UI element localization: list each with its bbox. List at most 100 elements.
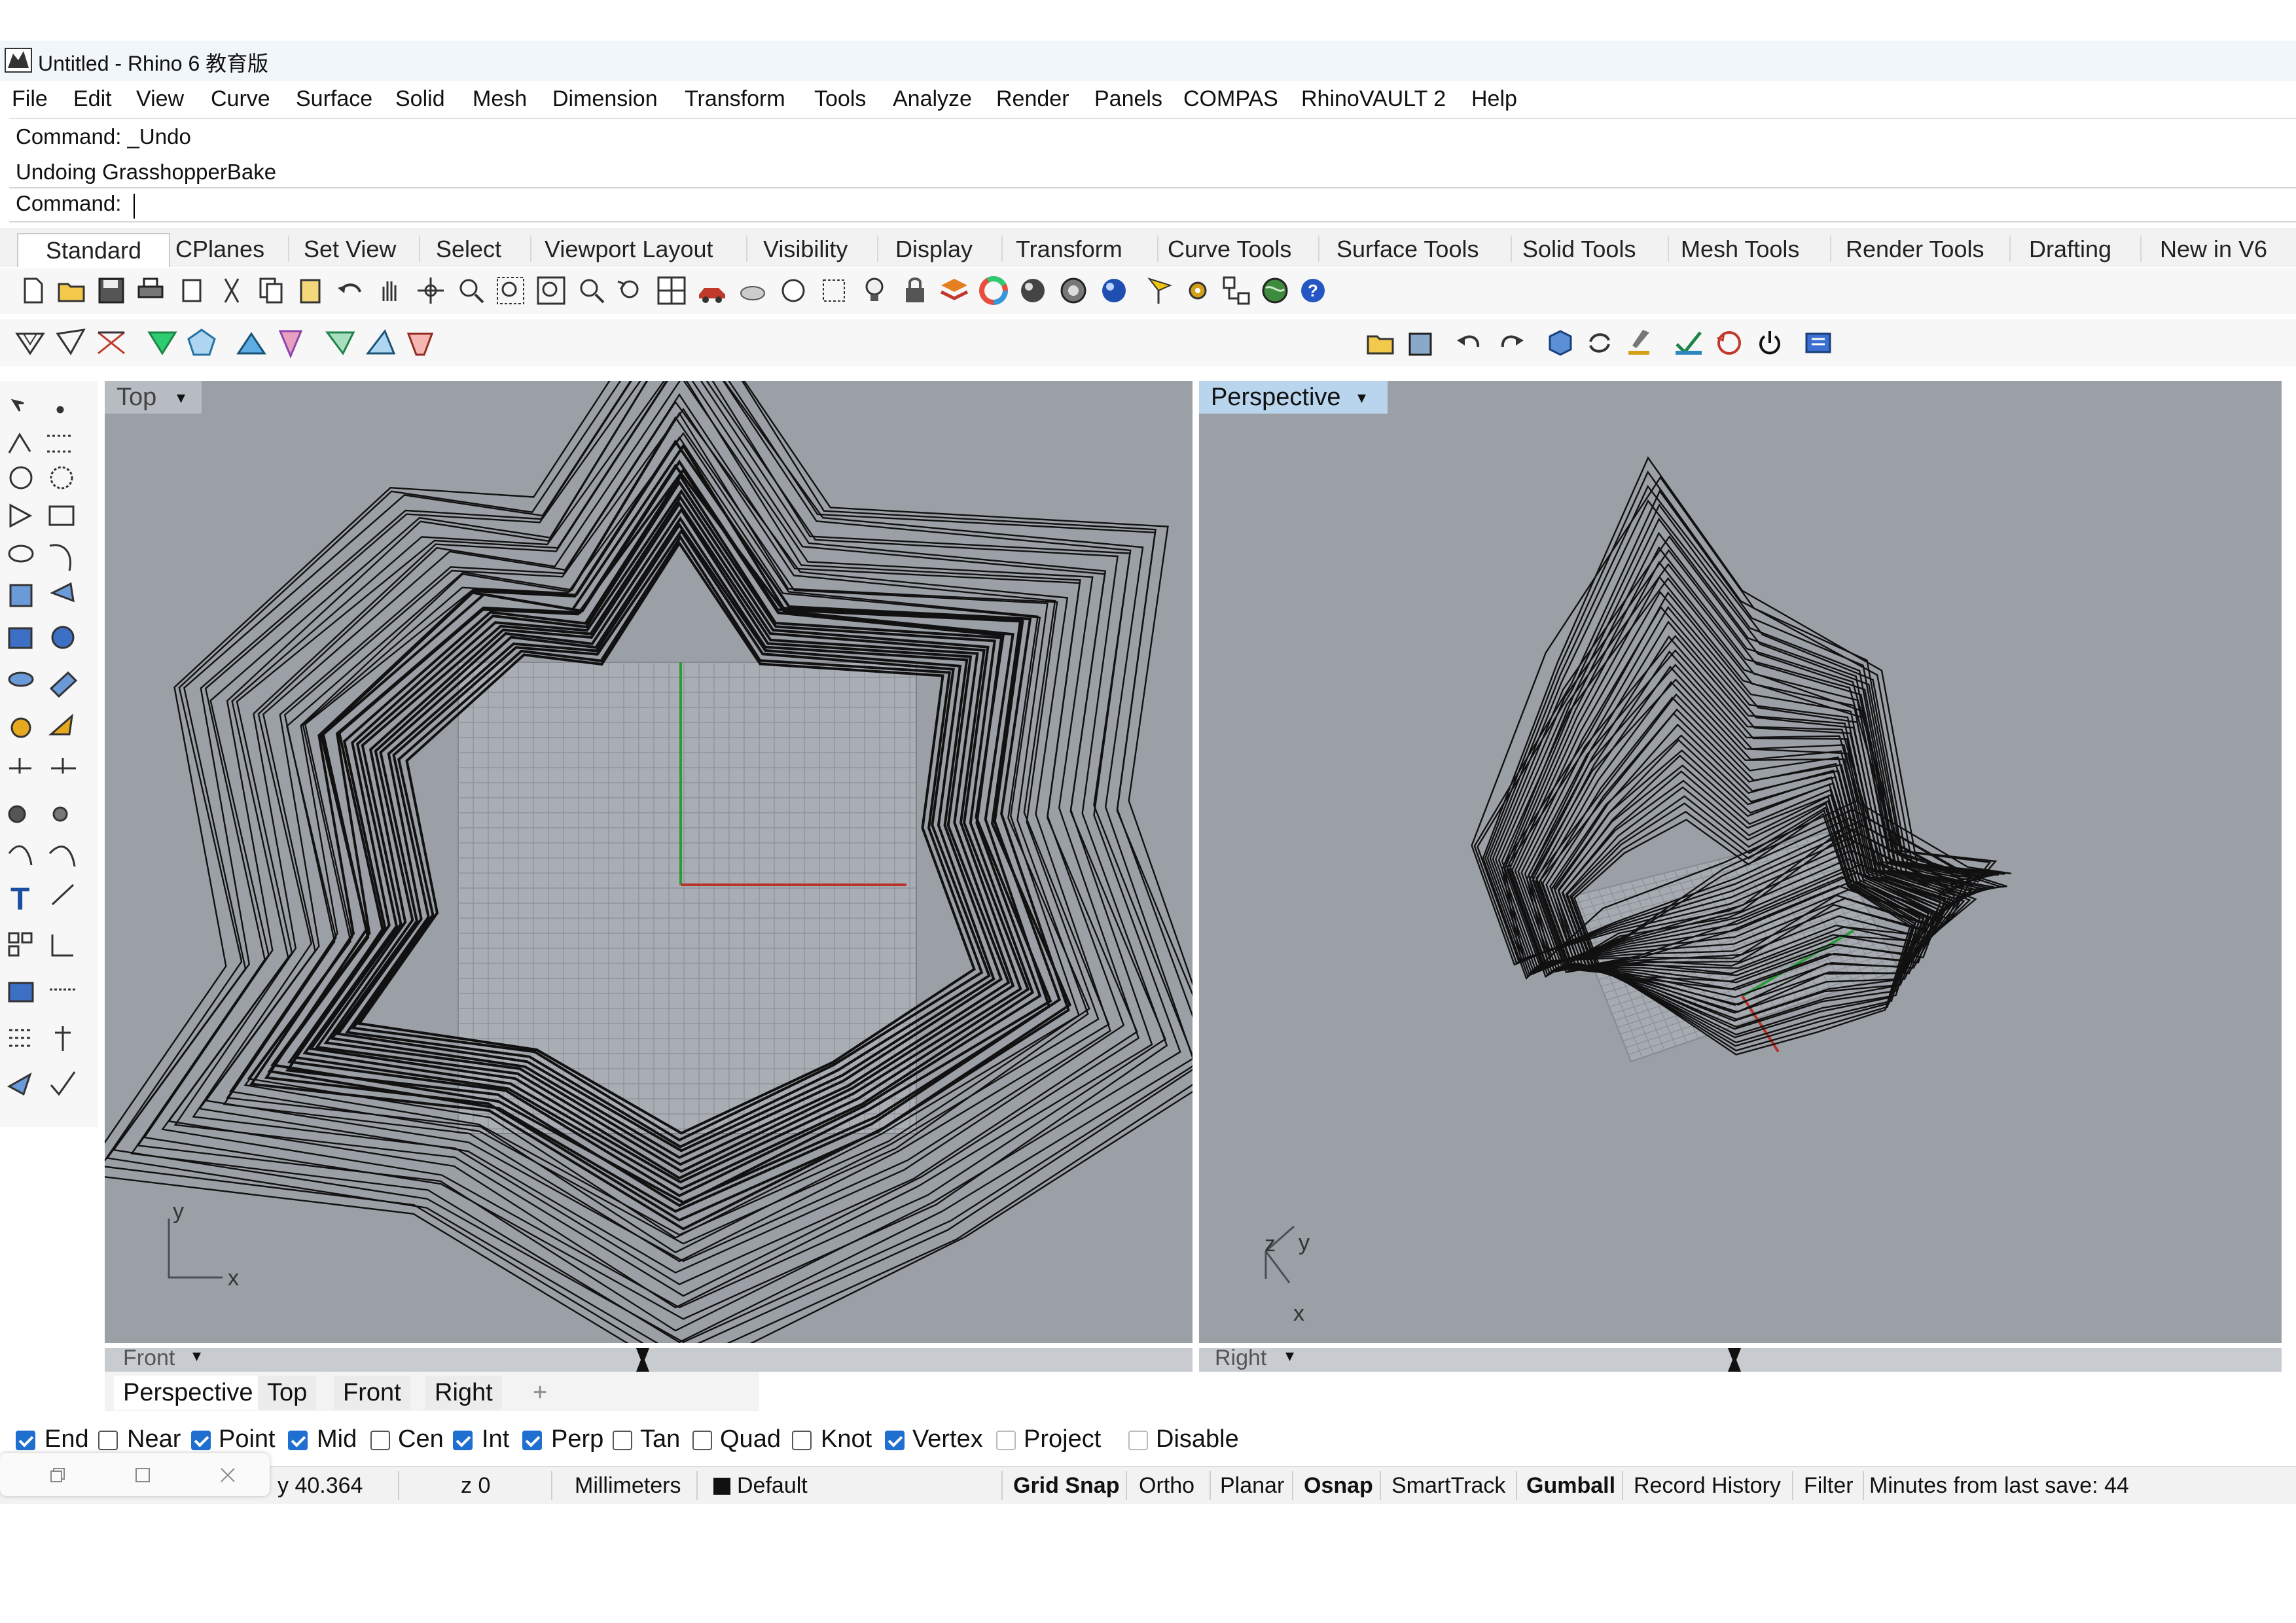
plugin-icon[interactable] bbox=[1803, 327, 1834, 359]
osnap-mid-checkbox[interactable] bbox=[288, 1431, 308, 1450]
menu-tools[interactable]: Tools bbox=[814, 86, 866, 112]
four-viewports-icon[interactable] bbox=[656, 275, 687, 306]
menu-rhinovault[interactable]: RhinoVAULT 2 bbox=[1301, 86, 1446, 112]
tab-viewport-layout[interactable]: Viewport Layout bbox=[538, 233, 720, 266]
osnap-near-checkbox[interactable] bbox=[98, 1431, 118, 1450]
rv-move-icon[interactable] bbox=[365, 327, 397, 359]
reset-icon[interactable] bbox=[1713, 327, 1745, 359]
check-icon[interactable] bbox=[1673, 327, 1704, 359]
top-viewport[interactable]: Top ▾ y x bbox=[105, 381, 1193, 1343]
menu-render[interactable]: Render bbox=[996, 86, 1069, 112]
tab-drafting[interactable]: Drafting bbox=[2022, 233, 2118, 266]
material-icon[interactable] bbox=[778, 275, 809, 306]
rv-settings-icon[interactable] bbox=[404, 327, 436, 359]
tab-set-view[interactable]: Set View bbox=[297, 233, 403, 266]
rv-pattern-icon[interactable] bbox=[55, 327, 86, 359]
splitter-handle[interactable] bbox=[1728, 1348, 1741, 1372]
record-history-toggle[interactable]: Record History bbox=[1634, 1471, 1781, 1500]
undo-view-icon[interactable] bbox=[615, 275, 647, 306]
add-tab-button[interactable]: + bbox=[524, 1376, 556, 1410]
color-wheel-icon[interactable] bbox=[978, 275, 1009, 306]
splitter-handle[interactable] bbox=[636, 1348, 649, 1372]
menu-surface[interactable]: Surface bbox=[296, 86, 372, 112]
menu-panels[interactable]: Panels bbox=[1094, 86, 1162, 112]
help-icon[interactable]: ? bbox=[1297, 275, 1329, 306]
osnap-cen-checkbox[interactable] bbox=[370, 1431, 390, 1450]
paste-icon[interactable] bbox=[295, 275, 326, 306]
tab-display[interactable]: Display bbox=[889, 233, 979, 266]
power-icon[interactable] bbox=[1754, 327, 1785, 359]
undo-icon[interactable] bbox=[335, 275, 367, 306]
menu-analyze[interactable]: Analyze bbox=[893, 86, 972, 112]
zoom-selected-icon[interactable] bbox=[576, 275, 607, 306]
light-icon[interactable] bbox=[859, 275, 890, 306]
copy-icon[interactable] bbox=[255, 275, 287, 306]
menu-solid[interactable]: Solid bbox=[395, 86, 445, 112]
grid-snap-toggle[interactable]: Grid Snap bbox=[1013, 1471, 1119, 1500]
render-sphere-icon[interactable] bbox=[1017, 275, 1049, 306]
smarttrack-toggle[interactable]: SmartTrack bbox=[1391, 1471, 1505, 1500]
planar-toggle[interactable]: Planar bbox=[1220, 1471, 1284, 1500]
osnap-knot-checkbox[interactable] bbox=[792, 1431, 812, 1450]
menu-dimension[interactable]: Dimension bbox=[552, 86, 658, 112]
tab-render-tools[interactable]: Render Tools bbox=[1839, 233, 1990, 266]
menu-edit[interactable]: Edit bbox=[73, 86, 112, 112]
restore-icon[interactable] bbox=[47, 1465, 68, 1486]
rotate-view-icon[interactable] bbox=[415, 275, 446, 306]
new-icon[interactable] bbox=[17, 275, 48, 306]
tab-solid-tools[interactable]: Solid Tools bbox=[1516, 233, 1642, 266]
zoom-window-icon[interactable] bbox=[495, 275, 526, 306]
open-folder-icon[interactable] bbox=[1365, 327, 1397, 359]
undo-icon[interactable] bbox=[1454, 327, 1486, 359]
menu-mesh[interactable]: Mesh bbox=[473, 86, 527, 112]
lock-icon[interactable] bbox=[899, 275, 931, 306]
tab-surface-tools[interactable]: Surface Tools bbox=[1330, 233, 1485, 266]
save-icon[interactable] bbox=[96, 275, 127, 306]
rv-form-icon[interactable] bbox=[14, 327, 46, 359]
osnap-disable-checkbox[interactable] bbox=[1128, 1431, 1148, 1450]
osnap-point-checkbox[interactable] bbox=[191, 1431, 211, 1450]
cube-icon[interactable] bbox=[1545, 327, 1576, 359]
tab-mesh-tools[interactable]: Mesh Tools bbox=[1674, 233, 1806, 266]
close-icon[interactable] bbox=[217, 1465, 238, 1486]
tab-perspective[interactable]: Perspective bbox=[114, 1376, 262, 1410]
osnap-end-checkbox[interactable] bbox=[16, 1431, 35, 1450]
print-icon[interactable] bbox=[135, 275, 166, 306]
render-sphere-icon[interactable] bbox=[1098, 275, 1130, 306]
tab-top[interactable]: Top bbox=[258, 1376, 317, 1410]
front-viewport-header[interactable]: Front ▾ bbox=[105, 1346, 1193, 1372]
redo-icon[interactable] bbox=[1495, 327, 1526, 359]
osnap-project-checkbox[interactable] bbox=[996, 1431, 1016, 1450]
rv-thrust-icon[interactable] bbox=[236, 327, 267, 359]
tab-curve-tools[interactable]: Curve Tools bbox=[1161, 233, 1298, 266]
ortho-toggle[interactable]: Ortho bbox=[1139, 1471, 1194, 1500]
menu-compas[interactable]: COMPAS bbox=[1183, 86, 1278, 112]
save-as-icon[interactable] bbox=[1406, 327, 1437, 359]
rv-boundary-icon[interactable] bbox=[96, 327, 127, 359]
maximize-icon[interactable] bbox=[132, 1465, 153, 1486]
gear-icon[interactable] bbox=[818, 275, 850, 306]
osnap-tan-checkbox[interactable] bbox=[613, 1431, 632, 1450]
rv-force-icon[interactable] bbox=[147, 327, 178, 359]
tab-standard[interactable]: Standard bbox=[17, 233, 170, 267]
import-icon[interactable] bbox=[177, 275, 208, 306]
command-input[interactable]: Command: bbox=[9, 187, 2296, 223]
tab-new-in-v6[interactable]: New in V6 bbox=[2153, 233, 2274, 266]
open-icon[interactable] bbox=[56, 275, 88, 306]
tab-visibility[interactable]: Visibility bbox=[757, 233, 854, 266]
osnap-quad-checkbox[interactable] bbox=[692, 1431, 712, 1450]
tab-select[interactable]: Select bbox=[429, 233, 508, 266]
menu-transform[interactable]: Transform bbox=[685, 86, 785, 112]
cut-icon[interactable] bbox=[216, 275, 247, 306]
right-viewport-header[interactable]: Right ▾ bbox=[1199, 1346, 2282, 1372]
options-icon[interactable] bbox=[1221, 275, 1253, 306]
rv-diagram-icon[interactable] bbox=[186, 327, 217, 359]
gear-icon[interactable] bbox=[1182, 275, 1213, 306]
menu-curve[interactable]: Curve bbox=[211, 86, 270, 112]
left-tool-icons[interactable]: T bbox=[0, 381, 98, 1127]
rv-select-icon[interactable] bbox=[325, 327, 356, 359]
osnap-vertex-checkbox[interactable] bbox=[885, 1431, 905, 1450]
flag-icon[interactable] bbox=[1144, 275, 1175, 306]
current-layer[interactable]: Default bbox=[737, 1471, 808, 1500]
tab-cplanes[interactable]: CPlanes bbox=[169, 233, 271, 266]
